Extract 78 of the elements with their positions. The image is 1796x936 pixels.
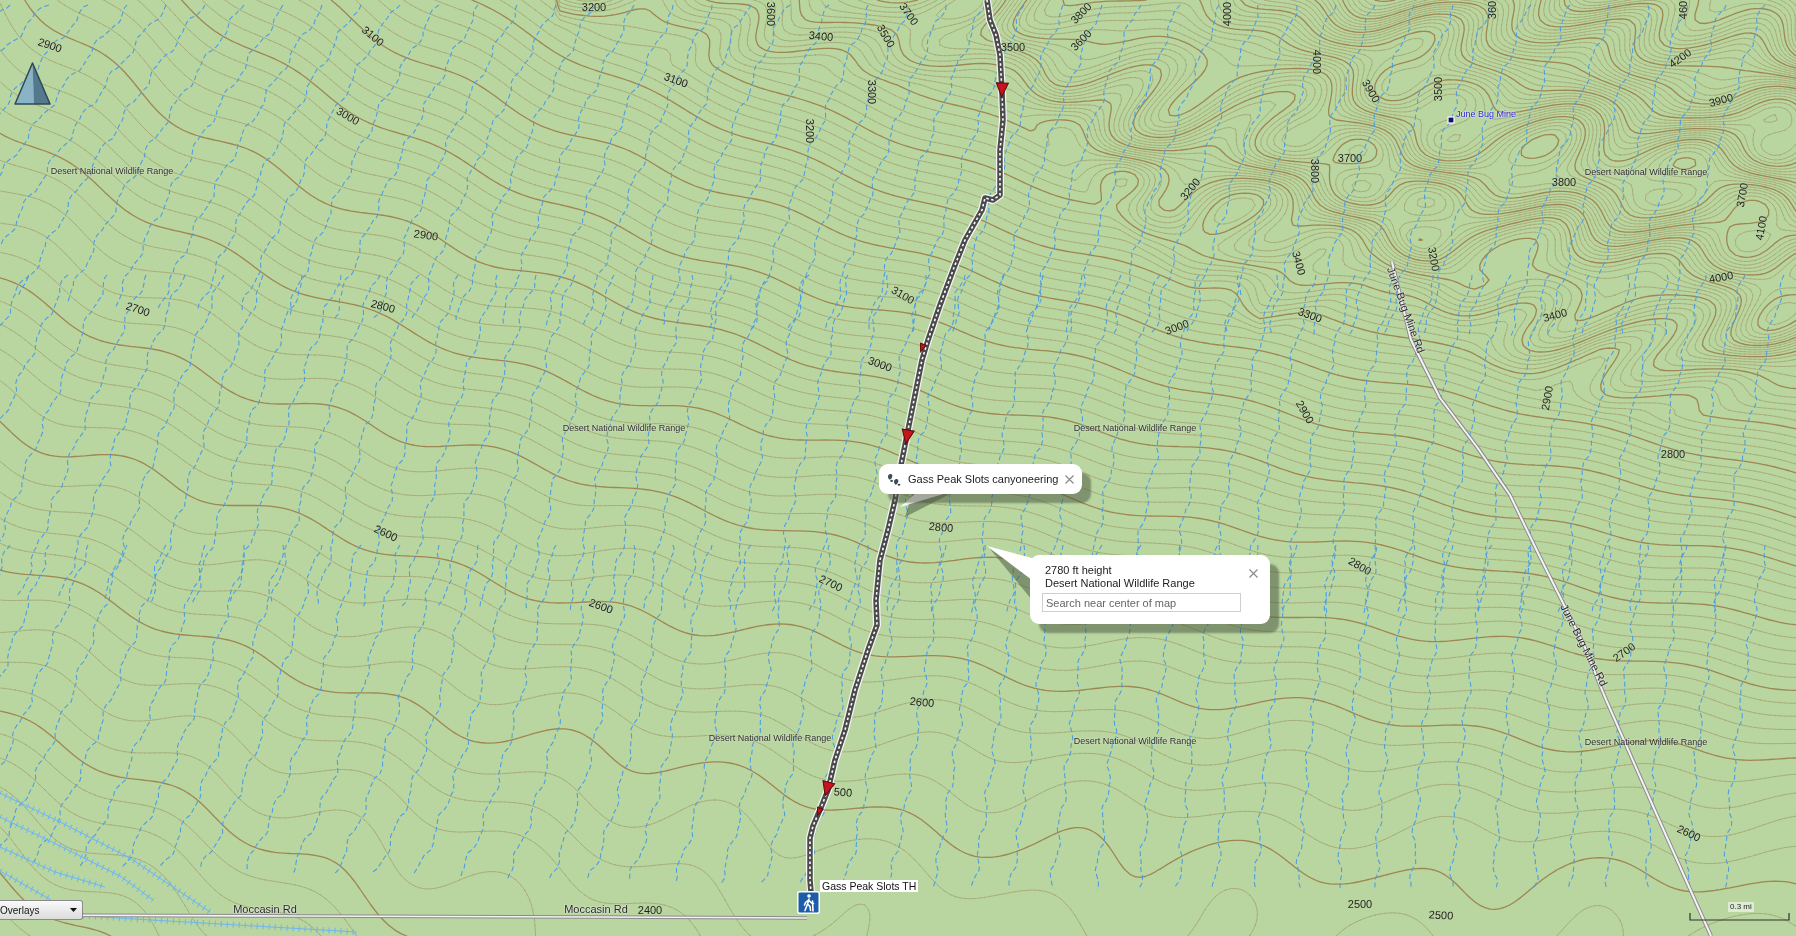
close-button[interactable]: [1065, 474, 1074, 484]
elevation-label: 3400: [808, 28, 834, 44]
area-label: Desert National Wildlife Range: [50, 167, 174, 177]
elevation-label: 2400: [637, 903, 663, 917]
road-label: Moccasin Rd: [233, 902, 297, 916]
footprints-icon: [886, 472, 901, 486]
elevation-label: 3200: [1425, 245, 1443, 273]
area-label: Desert National Wildlife Range: [708, 734, 832, 744]
elevation-label: 460: [1676, 0, 1690, 20]
area-name: Desert National Wildlife Range: [1045, 577, 1195, 590]
elevation-label: 3000: [1163, 317, 1191, 337]
place-label: June Bug Mine: [1456, 110, 1517, 120]
elevation-label: 2700: [124, 299, 152, 319]
elevation-label: 3100: [889, 283, 917, 307]
elevation-label: 4200: [1666, 46, 1694, 70]
elevation-label: 4000: [1220, 1, 1234, 27]
elevation-label: 2900: [36, 35, 64, 55]
road-label: Moccasin Rd: [564, 902, 628, 916]
direction-arrow-icon: [822, 780, 836, 797]
elevation-label: 2900: [413, 227, 439, 243]
trailhead-label: Gass Peak Slots TH: [820, 880, 919, 892]
pyramid-icon: [14, 62, 51, 105]
elevation-label: 3500: [1000, 40, 1026, 54]
elevation-label: 3200: [581, 0, 607, 14]
road-label: June Bug Mine Rd: [1384, 265, 1428, 355]
direction-arrow-icon: [920, 342, 927, 353]
elevation-label: 4100: [1752, 214, 1770, 242]
elevation-label: 2500: [1428, 908, 1454, 922]
direction-arrow-icon: [817, 806, 824, 817]
elevation-text: 2780 ft height: [1045, 564, 1112, 577]
scale-label: 0.3 mi: [1728, 902, 1754, 912]
elevation-label: 4000: [1310, 49, 1324, 75]
area-label: Desert National Wildlife Range: [1073, 737, 1197, 747]
search-field[interactable]: Search near center of map: [1042, 593, 1241, 612]
elevation-label: 2600: [1675, 822, 1703, 844]
elevation-label: 2700: [817, 572, 845, 594]
elevation-label: 3000: [866, 354, 894, 374]
elevation-label: 360: [1485, 0, 1499, 20]
elevation-label: 2800: [1660, 447, 1686, 461]
elevation-label: 3000: [334, 104, 362, 128]
area-label: Desert National Wildlife Range: [1073, 424, 1197, 434]
overlays-dropdown[interactable]: Overlays: [0, 900, 83, 920]
area-label: Desert National Wildlife Range: [562, 424, 686, 434]
caret-icon: [70, 908, 77, 912]
elevation-label: 3300: [1296, 305, 1324, 325]
elevation-label: 2600: [909, 694, 935, 710]
close-icon: [1249, 569, 1258, 578]
elevation-label: 3400: [1290, 249, 1308, 277]
elevation-label: 2900: [1538, 384, 1556, 412]
elevation-label: 3900: [1707, 91, 1735, 109]
elevation-label: 3600: [764, 1, 778, 27]
elevation-label: 2800: [369, 297, 397, 315]
elevation-label: 3200: [803, 118, 817, 144]
elevation-label: 2800: [1346, 554, 1374, 578]
elevation-label: 3100: [662, 70, 690, 90]
elevation-label: 3500: [1431, 76, 1445, 102]
area-label: Desert National Wildlife Range: [1584, 168, 1708, 178]
elevation-label: 3700: [1733, 181, 1751, 209]
elevation-label: 3300: [865, 79, 879, 105]
elevation-label: 3800: [1551, 175, 1577, 189]
hiker-icon[interactable]: [797, 891, 820, 914]
elevation-label: 4000: [1707, 268, 1735, 286]
elevation-label: 2600: [372, 522, 400, 544]
elevation-label: 2600: [587, 596, 615, 616]
close-button[interactable]: [1249, 569, 1258, 578]
close-icon: [1065, 474, 1074, 484]
square-marker-icon: [1447, 116, 1455, 124]
direction-arrow-icon: [995, 82, 1009, 98]
elevation-label: 2500: [1347, 897, 1373, 911]
elevation-label: 500: [833, 785, 853, 799]
elevation-label: 2800: [928, 519, 954, 535]
elevation-label: 3400: [1541, 306, 1569, 324]
elevation-label: 3700: [1337, 151, 1363, 165]
route-title: Gass Peak Slots canyoneering: [908, 473, 1059, 485]
area-label: Desert National Wildlife Range: [1584, 738, 1708, 748]
road-label: June Bug Mine Rd: [1558, 601, 1610, 689]
elevation-label: 3800: [1308, 158, 1322, 184]
direction-arrow-icon: [901, 428, 915, 445]
